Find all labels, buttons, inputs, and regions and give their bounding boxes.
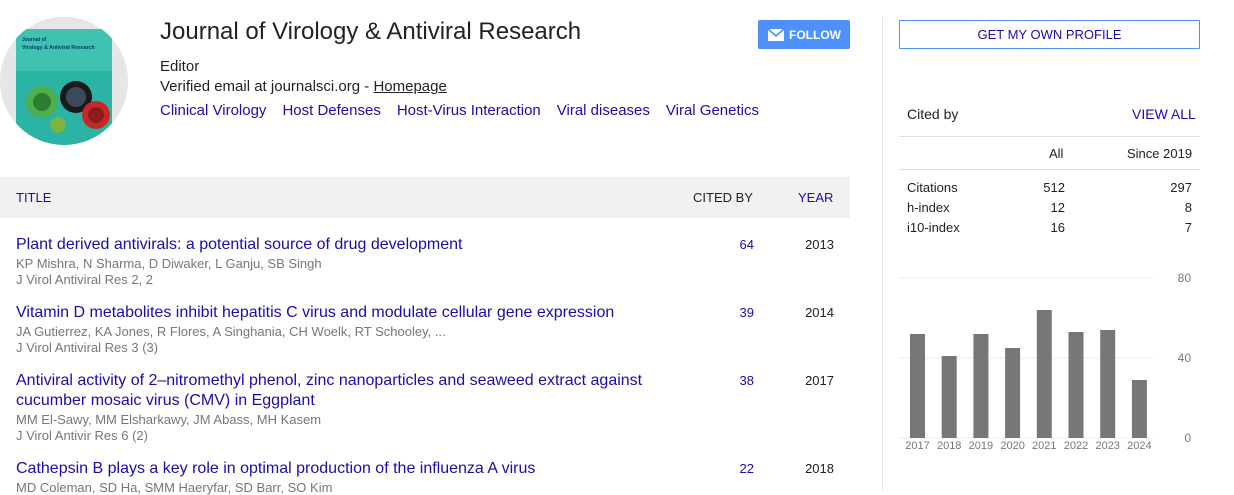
column-header-since: Since 2019 (1127, 146, 1193, 161)
journal-cover-image: Journal of Virology & Antiviral Research (0, 17, 128, 145)
citation-bar[interactable] (1100, 330, 1116, 438)
profile-affiliation: Editor (160, 58, 200, 75)
article-year: 2017 (805, 373, 834, 388)
column-header-all: All (1049, 146, 1064, 161)
x-tick-label: 2024 (1127, 440, 1151, 452)
cited-by-count[interactable]: 22 (720, 461, 754, 476)
citation-bar[interactable] (1005, 348, 1021, 438)
cited-by-count[interactable]: 64 (720, 237, 754, 252)
citation-bar[interactable] (910, 334, 925, 438)
y-tick-label: 40 (1178, 351, 1192, 365)
article-year: 2014 (805, 305, 834, 320)
x-tick-label: 2017 (905, 440, 929, 452)
citations-per-year-chart: 80 40 0 2017 2018 2019 2020 2021 2022 2023 2024 (899, 266, 1200, 456)
interest-link[interactable]: Host Defenses (282, 102, 380, 119)
article-title-link[interactable]: Plant derived antivirals: a potential so… (16, 235, 676, 255)
cited-by-count[interactable]: 39 (720, 305, 754, 320)
sort-by-year[interactable]: YEAR (798, 190, 833, 205)
stat-all-value: 512 (1043, 180, 1065, 195)
citation-bar[interactable] (1068, 332, 1084, 438)
stat-since-value: 8 (1184, 200, 1192, 215)
cited-by-heading: Cited by (907, 106, 959, 122)
divider (899, 136, 1200, 137)
article-title-link[interactable]: Antiviral activity of 2–nitromethyl phen… (16, 371, 676, 411)
interest-link[interactable]: Viral diseases (557, 102, 650, 119)
get-my-own-profile-button[interactable]: GET MY OWN PROFILE (899, 20, 1200, 49)
homepage-link[interactable]: Homepage (373, 78, 446, 95)
stat-label[interactable]: Citations (907, 180, 958, 195)
email-text: Verified email at journalsci.org - (160, 78, 374, 95)
stat-label[interactable]: h-index (907, 200, 950, 215)
article-authors: KP Mishra, N Sharma, D Diwaker, L Ganju,… (16, 256, 322, 271)
sort-by-title[interactable]: TITLE (16, 190, 51, 205)
y-tick-label: 0 (1184, 431, 1191, 445)
interest-link[interactable]: Clinical Virology (160, 102, 266, 119)
interest-link[interactable]: Viral Genetics (666, 102, 759, 119)
x-tick-label: 2018 (937, 440, 961, 452)
cited-by-count[interactable]: 38 (720, 373, 754, 388)
citation-bar[interactable] (1036, 310, 1052, 438)
article-authors: MD Coleman, SD Ha, SMM Haeryfar, SD Barr… (16, 480, 333, 495)
article-authors: MM El-Sawy, MM Elsharkawy, JM Abass, MH … (16, 412, 322, 427)
y-tick-label: 80 (1178, 271, 1192, 285)
view-all-link[interactable]: VIEW ALL (1132, 106, 1196, 122)
citation-bar[interactable] (973, 334, 989, 438)
profile-avatar: Journal of Virology & Antiviral Research (0, 17, 128, 145)
interest-link[interactable]: Host-Virus Interaction (397, 102, 541, 119)
x-tick-label: 2020 (1000, 440, 1024, 452)
article-venue: J Virol Antivir Res 6 (2) (16, 428, 148, 443)
stat-label[interactable]: i10-index (907, 220, 960, 235)
article-venue: J Virol Antiviral Res 2, 2 (16, 272, 154, 287)
profile-email: Verified email at journalsci.org - Homep… (160, 78, 447, 95)
x-tick-label: 2021 (1032, 440, 1056, 452)
follow-label: FOLLOW (789, 27, 841, 42)
article-authors: JA Gutierrez, KA Jones, R Flores, A Sing… (16, 324, 446, 339)
article-venue: J Virol Antiviral Res 3 (3) (16, 340, 159, 355)
article-year: 2018 (805, 461, 834, 476)
cited-by-header: CITED BY (693, 190, 753, 205)
citations-bar-chart: 80 40 0 2017 2018 2019 2020 2021 2022 2023 2024 (899, 271, 1192, 452)
research-interests: Clinical Virology Host Defenses Host-Virus… (160, 102, 775, 119)
x-tick-label: 2022 (1064, 440, 1088, 452)
cover-text-line1: Journal of (22, 37, 47, 43)
article-year: 2013 (805, 237, 834, 252)
article-title-link[interactable]: Vitamin D metabolites inhibit hepatitis … (16, 303, 676, 323)
cover-text-line2: Virology & Antiviral Research (22, 45, 95, 51)
stat-all-value: 16 (1050, 220, 1065, 235)
profile-name: Journal of Virology & Antiviral Research (160, 18, 582, 45)
stat-since-value: 7 (1184, 220, 1192, 235)
x-tick-label: 2023 (1095, 440, 1119, 452)
citation-bar[interactable] (1131, 380, 1147, 438)
stat-since-value: 297 (1170, 180, 1192, 195)
article-title-link[interactable]: Cathepsin B plays a key role in optimal … (16, 459, 676, 479)
envelope-icon (767, 27, 785, 41)
articles-table-header: TITLE CITED BY YEAR (0, 177, 850, 218)
column-divider (882, 17, 883, 490)
stat-all-value: 12 (1050, 200, 1065, 215)
x-tick-label: 2019 (969, 440, 993, 452)
follow-button[interactable]: FOLLOW (758, 20, 850, 49)
citation-bar[interactable] (941, 356, 957, 438)
divider (899, 169, 1200, 170)
